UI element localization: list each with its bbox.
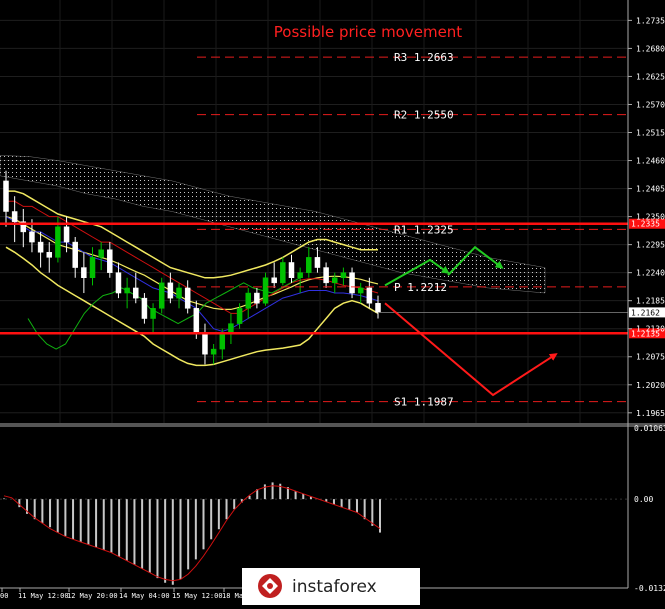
- watermark: instaforex: [242, 568, 420, 605]
- candle-body: [366, 287, 373, 304]
- candle-body: [280, 262, 286, 284]
- y-tick-label: 1.2405: [636, 185, 665, 194]
- candle-body: [262, 277, 269, 304]
- osc-tick-label: 0.01063: [634, 424, 665, 433]
- y-tick-label: 1.1965: [636, 409, 665, 418]
- y-tick-label: 1.2075: [636, 353, 665, 362]
- candle-body: [349, 272, 355, 294]
- x-tick-label: 00: [0, 592, 8, 600]
- candle-body: [115, 272, 122, 294]
- candle-body: [3, 180, 9, 212]
- x-tick-label: 14 May 04:00: [119, 592, 170, 600]
- y-tick-label: 1.2185: [636, 297, 665, 306]
- candle-body: [11, 211, 18, 222]
- chart-svg: R3 1.2663 R2 1.2550 R1 1.2325 P 1.2212 S1 1.…: [0, 0, 665, 605]
- candle-body: [89, 257, 96, 279]
- watermark-text: instaforex: [292, 577, 377, 597]
- candle-body: [245, 292, 251, 309]
- candle-body: [167, 282, 174, 299]
- x-tick-label: 11 May 12:00: [18, 592, 69, 600]
- candle-body: [176, 287, 182, 299]
- candle-body: [63, 226, 70, 243]
- current-price-label: 1.2162: [631, 308, 660, 317]
- y-tick-label: 1.2460: [636, 157, 665, 166]
- candle-body: [323, 267, 329, 284]
- x-tick-label: 12 May 20:00: [67, 592, 118, 600]
- y-tick-label: 1.2735: [636, 16, 665, 25]
- candle-body: [193, 308, 200, 335]
- chart-background: [0, 0, 665, 605]
- candle-body: [141, 297, 148, 319]
- candle-body: [210, 348, 217, 355]
- y-tick-label: 1.2295: [636, 241, 665, 250]
- candle-body: [254, 292, 260, 304]
- pivot-label: R3 1.2663: [394, 51, 454, 64]
- candle-body: [340, 272, 347, 279]
- candle-body: [46, 252, 53, 258]
- x-tick-label: 15 May 12:00: [172, 592, 223, 600]
- y-tick-label: 1.2130: [636, 325, 665, 334]
- candle-body: [202, 333, 208, 355]
- candle-body: [150, 308, 156, 319]
- candle-body: [124, 287, 130, 294]
- x-tick-label: 18 Ma: [222, 592, 243, 600]
- y-tick-label: 1.2625: [636, 72, 665, 81]
- y-tick-label: 1.2020: [636, 381, 665, 390]
- instaforex-logo-icon: [258, 574, 282, 598]
- candle-body: [55, 226, 61, 258]
- candle-body: [184, 287, 191, 309]
- candle-body: [72, 241, 78, 268]
- y-tick-label: 1.2240: [636, 269, 665, 278]
- candle-body: [133, 287, 139, 299]
- pivot-label: S1 1.1987: [394, 396, 454, 409]
- y-tick-label: 1.2570: [636, 100, 665, 109]
- candle-body: [107, 249, 113, 273]
- candle-body: [331, 277, 338, 284]
- pivot-label: R1 1.2325: [394, 223, 454, 236]
- osc-tick-label: 0.00: [634, 495, 653, 504]
- y-tick-label: 1.2515: [636, 129, 665, 138]
- candle-body: [81, 267, 87, 279]
- candle-body: [98, 249, 104, 258]
- candle-body: [37, 241, 44, 253]
- candle-body: [288, 262, 295, 279]
- y-tick-label: 1.2680: [636, 44, 665, 53]
- candle-body: [314, 257, 321, 268]
- candle-body: [271, 277, 277, 284]
- candle-body: [219, 333, 226, 350]
- y-tick-label: 1.2350: [636, 213, 665, 222]
- candle-body: [297, 272, 303, 279]
- candle-body: [158, 282, 165, 309]
- candle-body: [236, 308, 243, 324]
- pivot-label: P 1.2212: [394, 281, 447, 294]
- chart-title: Possible price movement: [274, 23, 463, 41]
- candle-body: [29, 231, 35, 243]
- forex-chart: R3 1.2663 R2 1.2550 R1 1.2325 P 1.2212 S1 1.…: [0, 0, 665, 605]
- candle-body: [357, 287, 364, 294]
- pivot-label: R2 1.2550: [394, 109, 454, 122]
- candle-body: [375, 302, 381, 313]
- osc-tick-label: -0.01328: [634, 584, 665, 593]
- candle-body: [306, 257, 312, 273]
